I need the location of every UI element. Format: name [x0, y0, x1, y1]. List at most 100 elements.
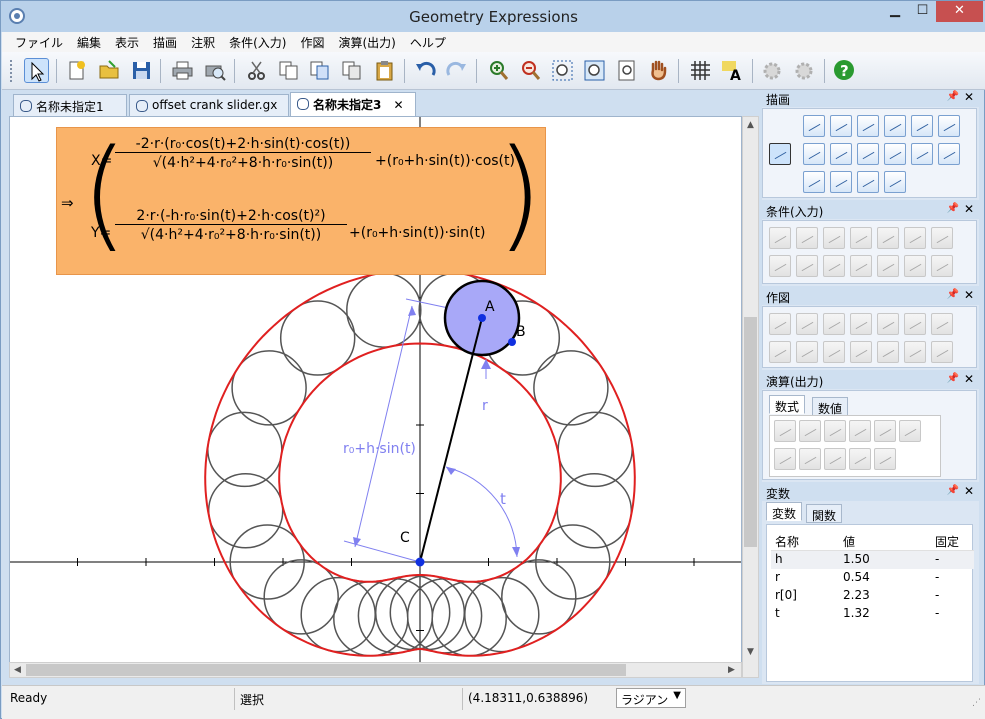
ray-tool-icon[interactable] — [857, 115, 879, 137]
tab-document-1[interactable]: 名称未指定1 — [13, 94, 127, 116]
font-style-icon[interactable]: A — [719, 58, 744, 84]
polygon-tool-icon[interactable] — [911, 115, 933, 137]
point-tool-icon[interactable] — [803, 115, 825, 137]
picture-tool-icon[interactable] — [830, 171, 852, 193]
trail-circle — [389, 574, 466, 651]
close-button[interactable]: ✕ — [936, 1, 983, 22]
bezier-tool-icon[interactable] — [884, 171, 906, 193]
redo-icon[interactable] — [444, 58, 469, 83]
menu-edit[interactable]: 編集 — [70, 34, 108, 51]
zoom-page-icon[interactable] — [614, 58, 639, 83]
toolbar: A ? — [2, 52, 985, 90]
var-fixed[interactable]: - — [935, 552, 939, 566]
zoom-in-icon[interactable] — [486, 58, 511, 83]
x-remainder: +(r₀+h·sin(t))·cos(t) — [375, 153, 515, 169]
tab-variables[interactable]: 変数 — [766, 502, 803, 521]
angle-unit-select[interactable]: ラジアン ▼ — [616, 688, 686, 708]
scroll-down-icon[interactable]: ▼ — [747, 647, 754, 657]
menu-view[interactable]: 表示 — [108, 34, 146, 51]
open-folder-icon[interactable] — [97, 58, 122, 83]
panel-close-icon[interactable]: ✕ — [964, 484, 974, 498]
var-value[interactable]: 0.54 — [843, 570, 870, 584]
scroll-up-icon[interactable]: ▲ — [747, 120, 754, 130]
pin-icon[interactable]: 📌 — [947, 289, 959, 300]
print-preview-icon[interactable] — [202, 58, 227, 83]
scroll-left-icon[interactable]: ◀ — [14, 665, 21, 675]
zoom-fit-icon[interactable] — [582, 58, 607, 83]
zoom-out-icon[interactable] — [518, 58, 543, 83]
toolbar-grip[interactable] — [10, 60, 14, 82]
panel-close-icon[interactable]: ✕ — [964, 90, 974, 104]
tab-numeric[interactable]: 数値 — [812, 397, 849, 416]
menu-calculate[interactable]: 演算(出力) — [331, 34, 402, 51]
var-value[interactable]: 1.32 — [843, 606, 870, 620]
print-icon[interactable] — [170, 58, 195, 83]
zoom-box-icon[interactable] — [550, 58, 575, 83]
horizontal-scrollbar[interactable]: ◀ ▶ — [9, 662, 742, 678]
var-fixed[interactable]: - — [935, 588, 939, 602]
tab-functions[interactable]: 関数 — [806, 504, 843, 523]
ellipse-tool-icon[interactable] — [803, 143, 825, 165]
vertical-scroll-thumb[interactable] — [744, 317, 757, 547]
house-tool-icon[interactable] — [911, 143, 933, 165]
undo-icon[interactable] — [413, 58, 438, 83]
menu-annotate[interactable]: 注釈 — [184, 34, 222, 51]
panel-close-icon[interactable]: ✕ — [964, 288, 974, 302]
copy-icon[interactable] — [276, 58, 301, 83]
menu-constrain[interactable]: 条件(入力) — [222, 34, 293, 51]
text-tool-icon[interactable] — [803, 171, 825, 193]
help-icon[interactable]: ? — [832, 58, 857, 83]
menu-draw[interactable]: 描画 — [146, 34, 184, 51]
drawing-canvas[interactable]: A B C r t r₀+h·sin(t) ⇒ ( ) X= -2·r·(r₀·… — [9, 116, 742, 678]
scroll-right-icon[interactable]: ▶ — [728, 665, 735, 675]
segment-tool-icon[interactable] — [830, 115, 852, 137]
table-row[interactable]: h 1.50 - — [771, 551, 974, 569]
trail-circle — [431, 581, 507, 657]
panel-close-icon[interactable]: ✕ — [964, 202, 974, 216]
menu-file[interactable]: ファイル — [8, 34, 70, 51]
var-fixed[interactable]: - — [935, 606, 939, 620]
tab-symbolic[interactable]: 数式 — [769, 395, 806, 414]
conic-tool-icon[interactable] — [857, 143, 879, 165]
table-row[interactable]: r[0] 2.23 - — [771, 587, 974, 605]
tangent-constraint-icon — [769, 255, 791, 277]
save-icon[interactable] — [129, 58, 154, 83]
select-arrow-icon[interactable] — [24, 58, 49, 83]
vector-tool-icon[interactable] — [938, 143, 960, 165]
minimize-button[interactable]: ▁ — [881, 1, 909, 22]
pin-icon[interactable]: 📌 — [947, 91, 959, 102]
maximize-button[interactable]: ☐ — [909, 1, 936, 22]
copy-as-image-icon[interactable] — [307, 58, 332, 83]
var-fixed[interactable]: - — [935, 570, 939, 584]
paste-icon[interactable] — [372, 58, 397, 83]
circle-tool-icon[interactable] — [938, 115, 960, 137]
panel-close-icon[interactable]: ✕ — [964, 372, 974, 386]
new-file-icon[interactable] — [64, 58, 89, 83]
pin-icon[interactable]: 📌 — [947, 485, 959, 496]
table-row[interactable]: t 1.32 - — [771, 605, 974, 623]
line-tool-icon[interactable] — [884, 115, 906, 137]
function-tool-icon[interactable] — [884, 143, 906, 165]
tab-close-icon[interactable]: ✕ — [394, 98, 404, 112]
pin-icon[interactable]: 📌 — [947, 203, 959, 214]
var-value[interactable]: 2.23 — [843, 588, 870, 602]
grid-icon[interactable] — [688, 58, 713, 83]
tab-offset-crank-slider[interactable]: offset crank slider.gx — [129, 94, 289, 116]
menu-help[interactable]: ヘルプ — [403, 34, 453, 51]
table-row[interactable]: r 0.54 - — [771, 569, 974, 587]
resize-grip-icon[interactable]: ⋰ — [972, 698, 981, 708]
select-tool-icon[interactable] — [769, 143, 791, 165]
cut-icon[interactable] — [244, 58, 269, 83]
copy-as-drawing-icon[interactable] — [339, 58, 364, 83]
vertical-scrollbar[interactable]: ▲ ▼ — [742, 116, 759, 678]
arc-tool-icon[interactable] — [830, 143, 852, 165]
locus-equation-box[interactable]: ⇒ ( ) X= -2·r·(r₀·cos(t)+2·h·sin(t)·cos(… — [56, 127, 546, 275]
horizontal-scroll-thumb[interactable] — [26, 664, 626, 676]
pin-icon[interactable]: 📌 — [947, 373, 959, 384]
pan-hand-icon[interactable] — [646, 58, 671, 83]
var-value[interactable]: 1.50 — [843, 552, 870, 566]
tab-document-3[interactable]: 名称未指定3 ✕ — [290, 92, 416, 116]
expression-tool-icon[interactable] — [857, 171, 879, 193]
menu-construct[interactable]: 作図 — [293, 34, 331, 51]
implies-symbol: ⇒ — [61, 194, 74, 212]
